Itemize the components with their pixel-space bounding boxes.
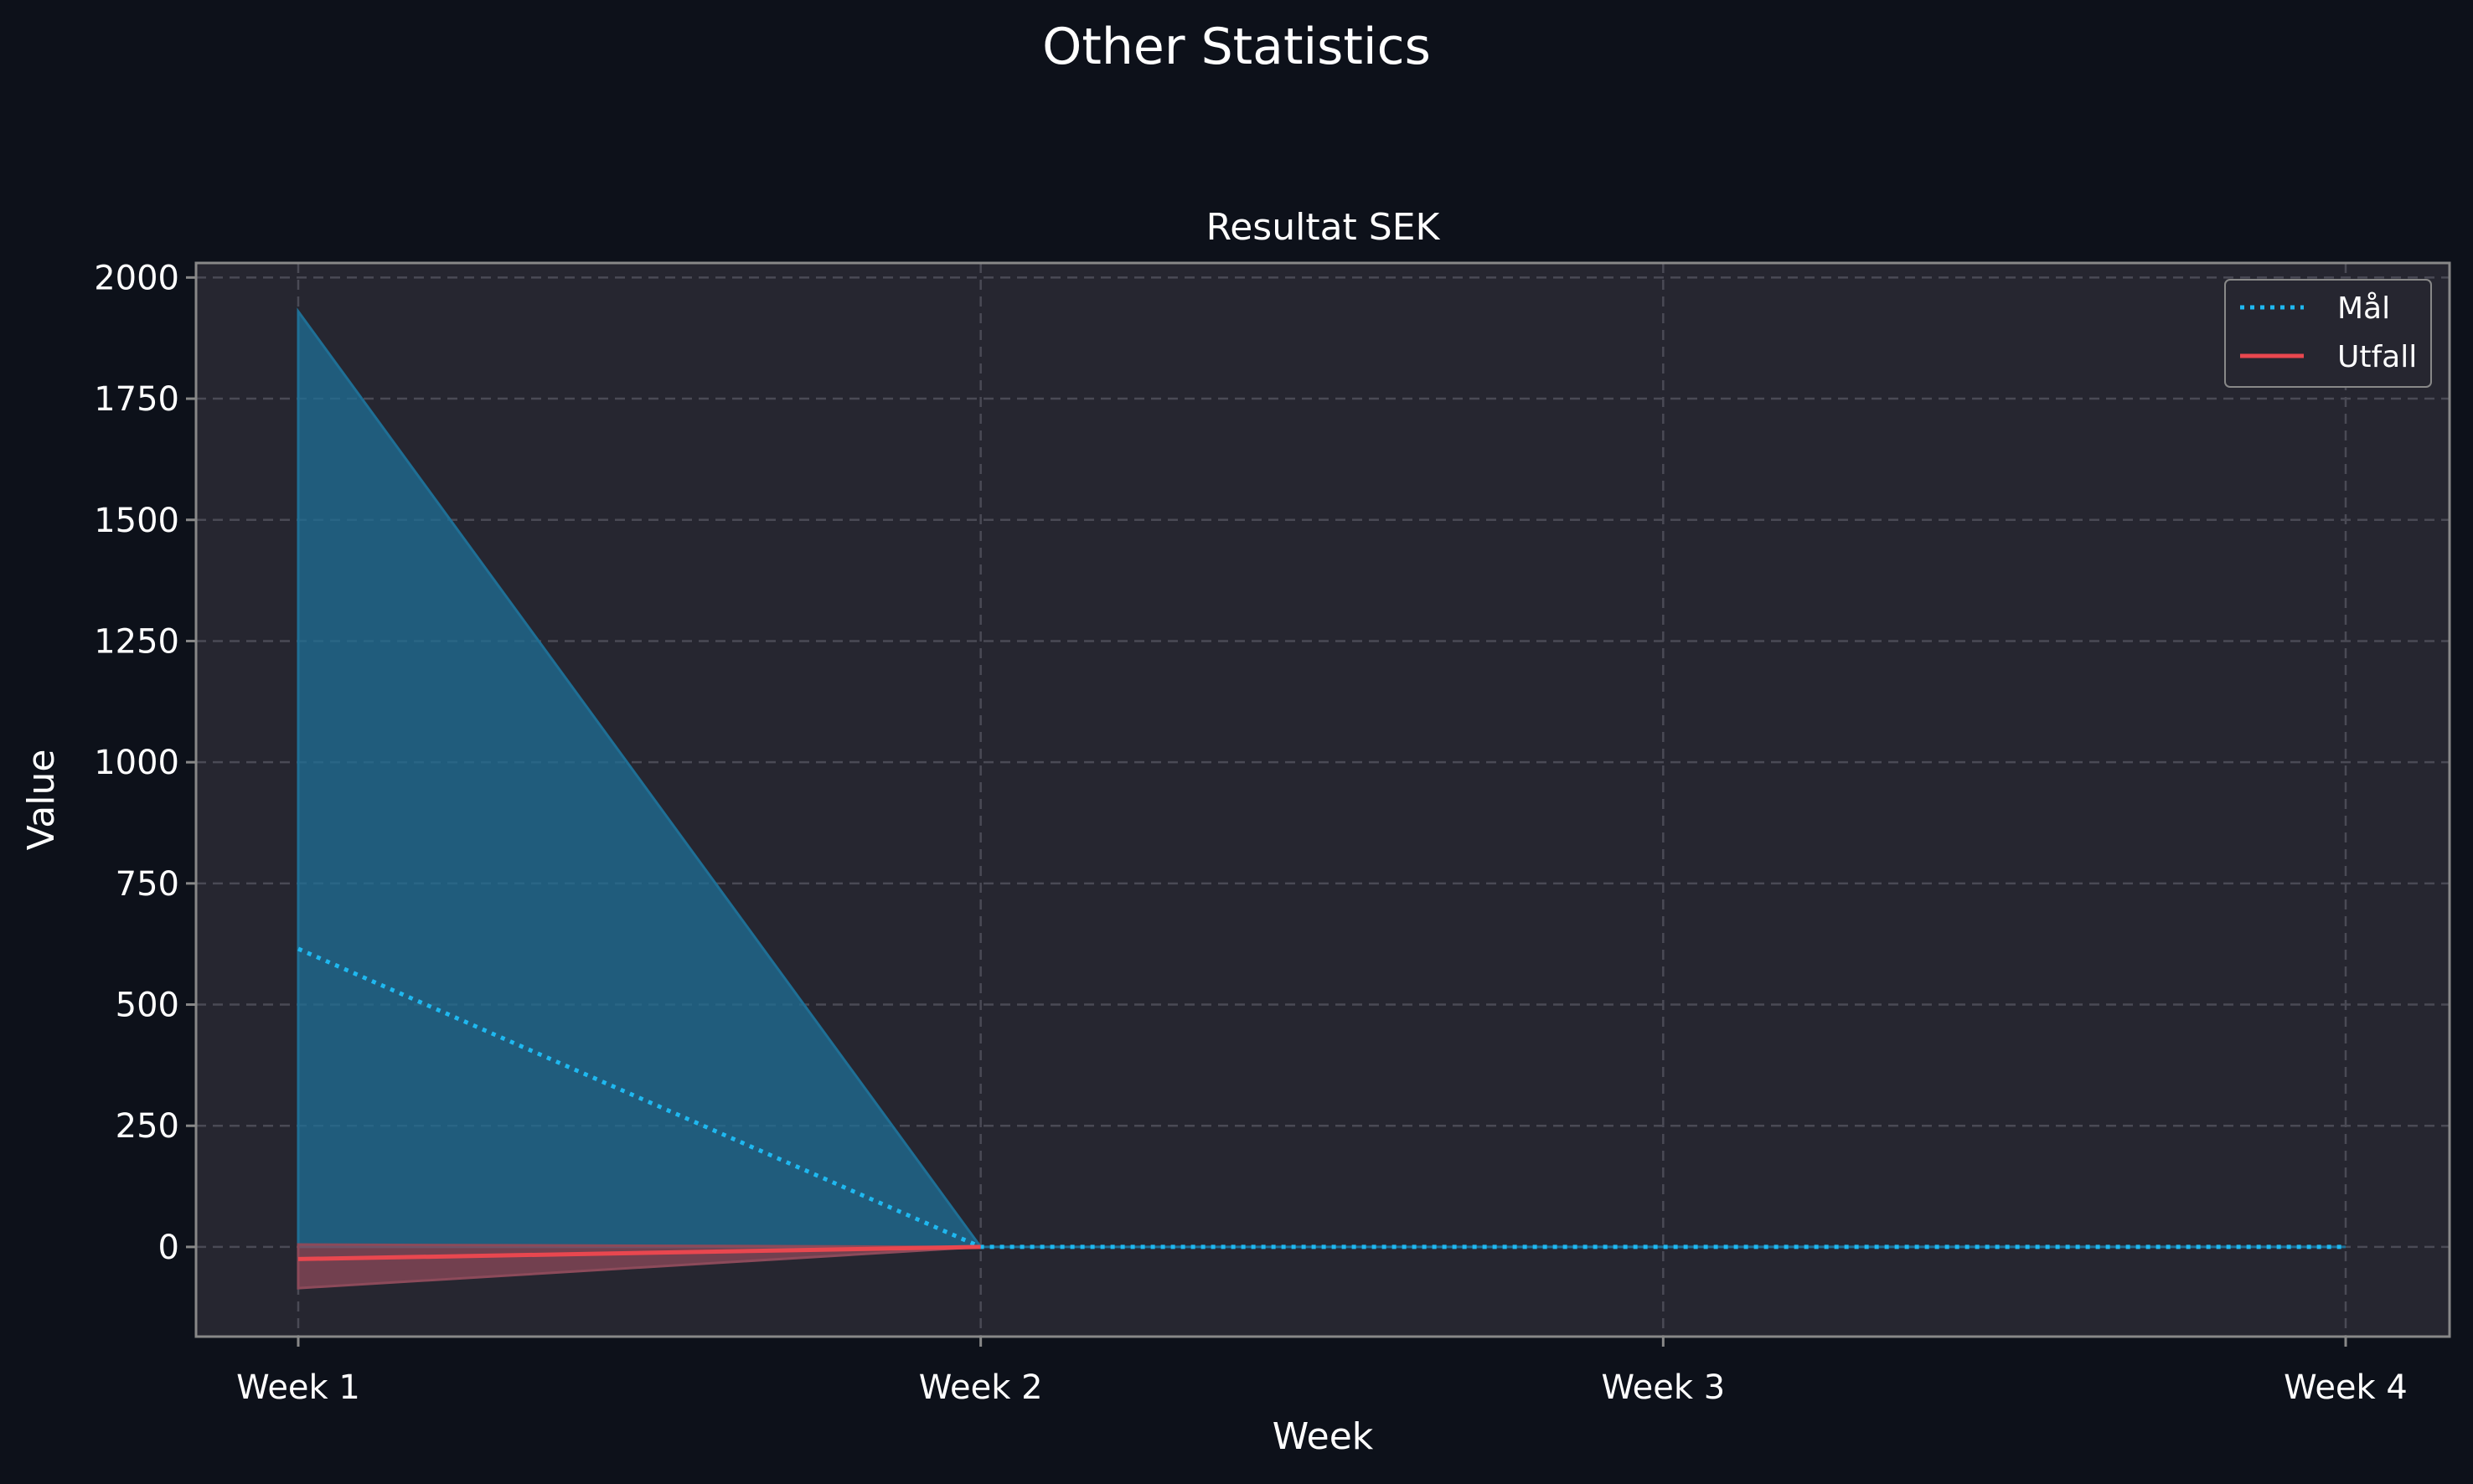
y-tick-label-500: 500 — [116, 987, 179, 1025]
legend-label-utfall: Utfall — [2337, 340, 2417, 374]
y-tick-label-2000: 2000 — [94, 259, 179, 297]
y-tick-label-1750: 1750 — [94, 380, 179, 419]
y-axis-label: Value — [20, 750, 63, 851]
y-tick-label-750: 750 — [116, 865, 179, 904]
x-axis-label: Week — [1273, 1415, 1374, 1458]
chart-suptitle: Other Statistics — [1042, 18, 1431, 76]
chart-title: Resultat SEK — [1206, 206, 1441, 249]
chart: Other Statistics Resultat SEK 0 250 500 750… — [0, 0, 2473, 1484]
x-tick-label-week-3: Week 3 — [1601, 1368, 1725, 1407]
x-tick-label-week-1: Week 1 — [236, 1368, 360, 1407]
x-tick-label-week-2: Week 2 — [919, 1368, 1043, 1407]
y-tick-label-250: 250 — [116, 1107, 179, 1146]
y-tick-label-1500: 1500 — [94, 502, 179, 540]
legend-label-mal: Mål — [2337, 291, 2390, 326]
x-tick-label-week-4: Week 4 — [2284, 1368, 2408, 1407]
y-tick-label-0: 0 — [158, 1229, 179, 1267]
y-tick-label-1250: 1250 — [94, 622, 179, 661]
y-tick-label-1000: 1000 — [94, 744, 179, 782]
legend: Mål Utfall — [2224, 279, 2432, 388]
